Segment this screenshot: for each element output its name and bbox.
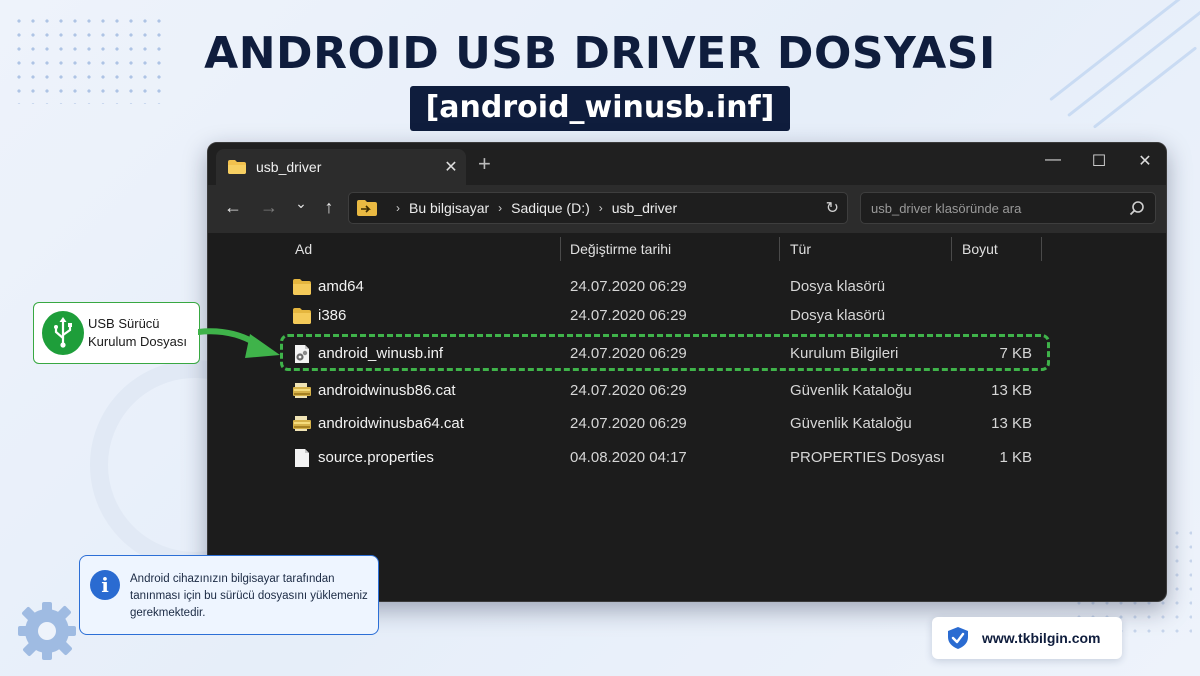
breadcrumb-separator-icon: ›: [396, 201, 400, 215]
file-date: 04.08.2020 04:17: [570, 449, 687, 466]
website-url: www.tkbilgin.com: [982, 630, 1101, 646]
usb-callout-line1: USB Sürücü: [88, 316, 160, 331]
tab-bar: usb_driver ✕ + — ☐ ✕: [208, 143, 1166, 185]
shield-check-icon: [948, 627, 968, 649]
file-size: 1 KB: [999, 449, 1032, 466]
breadcrumb-this-pc[interactable]: Bu bilgisayar: [409, 200, 489, 216]
file-date: 24.07.2020 06:29: [570, 345, 687, 362]
search-icon[interactable]: [1129, 200, 1145, 216]
file-type: Güvenlik Kataloğu: [790, 382, 912, 399]
column-divider[interactable]: [779, 237, 780, 261]
refresh-icon[interactable]: ↻: [826, 198, 839, 218]
file-row[interactable]: androidwinusba64.cat 24.07.2020 06:29 Gü…: [280, 410, 1050, 438]
pointer-arrow-icon: [198, 328, 280, 358]
column-header-name[interactable]: Ad: [295, 241, 312, 257]
file-row-android-winusb-inf[interactable]: android_winusb.inf 24.07.2020 06:29 Kuru…: [280, 340, 1050, 368]
search-placeholder: usb_driver klasöründe ara: [871, 200, 1022, 216]
page-subtitle: [android_winusb.inf]: [409, 86, 791, 131]
gear-decoration-icon: [18, 602, 76, 660]
info-text: Android cihazınızın bilgisayar tarafında…: [130, 573, 368, 619]
file-name: android_winusb.inf: [318, 345, 444, 362]
recent-locations-button[interactable]: ⌄: [290, 195, 312, 212]
file-type: Dosya klasörü: [790, 307, 886, 324]
file-name: amd64: [318, 278, 364, 295]
file-date: 24.07.2020 06:29: [570, 415, 687, 432]
info-callout: i Android cihazınızın bilgisayar tarafın…: [79, 555, 379, 635]
new-tab-button[interactable]: +: [478, 151, 498, 177]
breadcrumb-drive[interactable]: Sadique (D:): [511, 200, 590, 216]
column-header-size[interactable]: Boyut: [962, 241, 998, 257]
usb-callout-line2: Kurulum Dosyası: [88, 334, 187, 349]
file-row[interactable]: i386 24.07.2020 06:29 Dosya klasörü: [280, 302, 1050, 330]
folder-icon: [228, 160, 246, 174]
folder-location-icon: [357, 200, 377, 216]
forward-button[interactable]: →: [258, 197, 280, 218]
breadcrumb-separator-icon: ›: [598, 201, 603, 215]
column-header-date[interactable]: Değiştirme tarihi: [570, 241, 671, 257]
tab-title: usb_driver: [256, 159, 322, 175]
tab-usb-driver[interactable]: usb_driver ✕: [216, 149, 466, 185]
back-button[interactable]: ←: [222, 197, 244, 218]
file-type: Dosya klasörü: [790, 278, 886, 295]
file-name: i386: [318, 307, 347, 324]
catalog-file-icon: [293, 416, 311, 431]
folder-icon: [293, 308, 311, 324]
file-date: 24.07.2020 06:29: [570, 278, 687, 295]
search-input[interactable]: usb_driver klasöründe ara: [860, 192, 1156, 224]
column-divider[interactable]: [951, 237, 952, 261]
column-divider[interactable]: [560, 237, 561, 261]
usb-badge: [42, 311, 84, 355]
maximize-button[interactable]: ☐: [1084, 151, 1114, 171]
file-name: androidwinusba64.cat: [318, 415, 464, 432]
file-row[interactable]: amd64 24.07.2020 06:29 Dosya klasörü: [280, 273, 1050, 301]
file-size: 13 KB: [991, 415, 1032, 432]
file-row[interactable]: source.properties 04.08.2020 04:17 PROPE…: [280, 444, 1050, 472]
document-file-icon: [295, 449, 309, 467]
file-explorer-window: usb_driver ✕ + — ☐ ✕ ← → ⌄ ↑ › Bu bilgis…: [207, 142, 1167, 602]
usb-icon: [54, 317, 72, 348]
breadcrumb-folder[interactable]: usb_driver: [612, 200, 677, 216]
file-size: 13 KB: [991, 382, 1032, 399]
up-button[interactable]: ↑: [318, 197, 340, 218]
file-name: androidwinusb86.cat: [318, 382, 456, 399]
file-date: 24.07.2020 06:29: [570, 307, 687, 324]
close-window-button[interactable]: ✕: [1130, 151, 1160, 171]
column-header-type[interactable]: Tür: [790, 241, 811, 257]
breadcrumb-separator-icon: ›: [498, 201, 503, 215]
file-type: Kurulum Bilgileri: [790, 345, 899, 362]
folder-icon: [293, 279, 311, 295]
toolbar: ← → ⌄ ↑ › Bu bilgisayar › Sadique (D:) ›…: [208, 185, 1166, 233]
catalog-file-icon: [293, 383, 311, 398]
file-type: Güvenlik Kataloğu: [790, 415, 912, 432]
info-icon: i: [90, 570, 120, 600]
inf-file-icon: [295, 345, 309, 363]
page-title: ANDROID USB DRIVER DOSYASI: [204, 28, 996, 79]
tab-close-icon[interactable]: ✕: [436, 157, 466, 177]
file-type: PROPERTIES Dosyası: [790, 449, 945, 466]
column-headers: Ad Değiştirme tarihi Tür Boyut: [208, 235, 1166, 265]
usb-driver-callout: USB Sürücü Kurulum Dosyası: [33, 302, 200, 364]
file-row[interactable]: androidwinusb86.cat 24.07.2020 06:29 Güv…: [280, 377, 1050, 405]
address-bar[interactable]: › Bu bilgisayar › Sadique (D:) › usb_dri…: [348, 192, 848, 224]
minimize-button[interactable]: —: [1038, 151, 1068, 169]
file-size: 7 KB: [999, 345, 1032, 362]
website-badge[interactable]: www.tkbilgin.com: [932, 617, 1122, 659]
column-divider[interactable]: [1041, 237, 1042, 261]
file-name: source.properties: [318, 449, 434, 466]
file-date: 24.07.2020 06:29: [570, 382, 687, 399]
